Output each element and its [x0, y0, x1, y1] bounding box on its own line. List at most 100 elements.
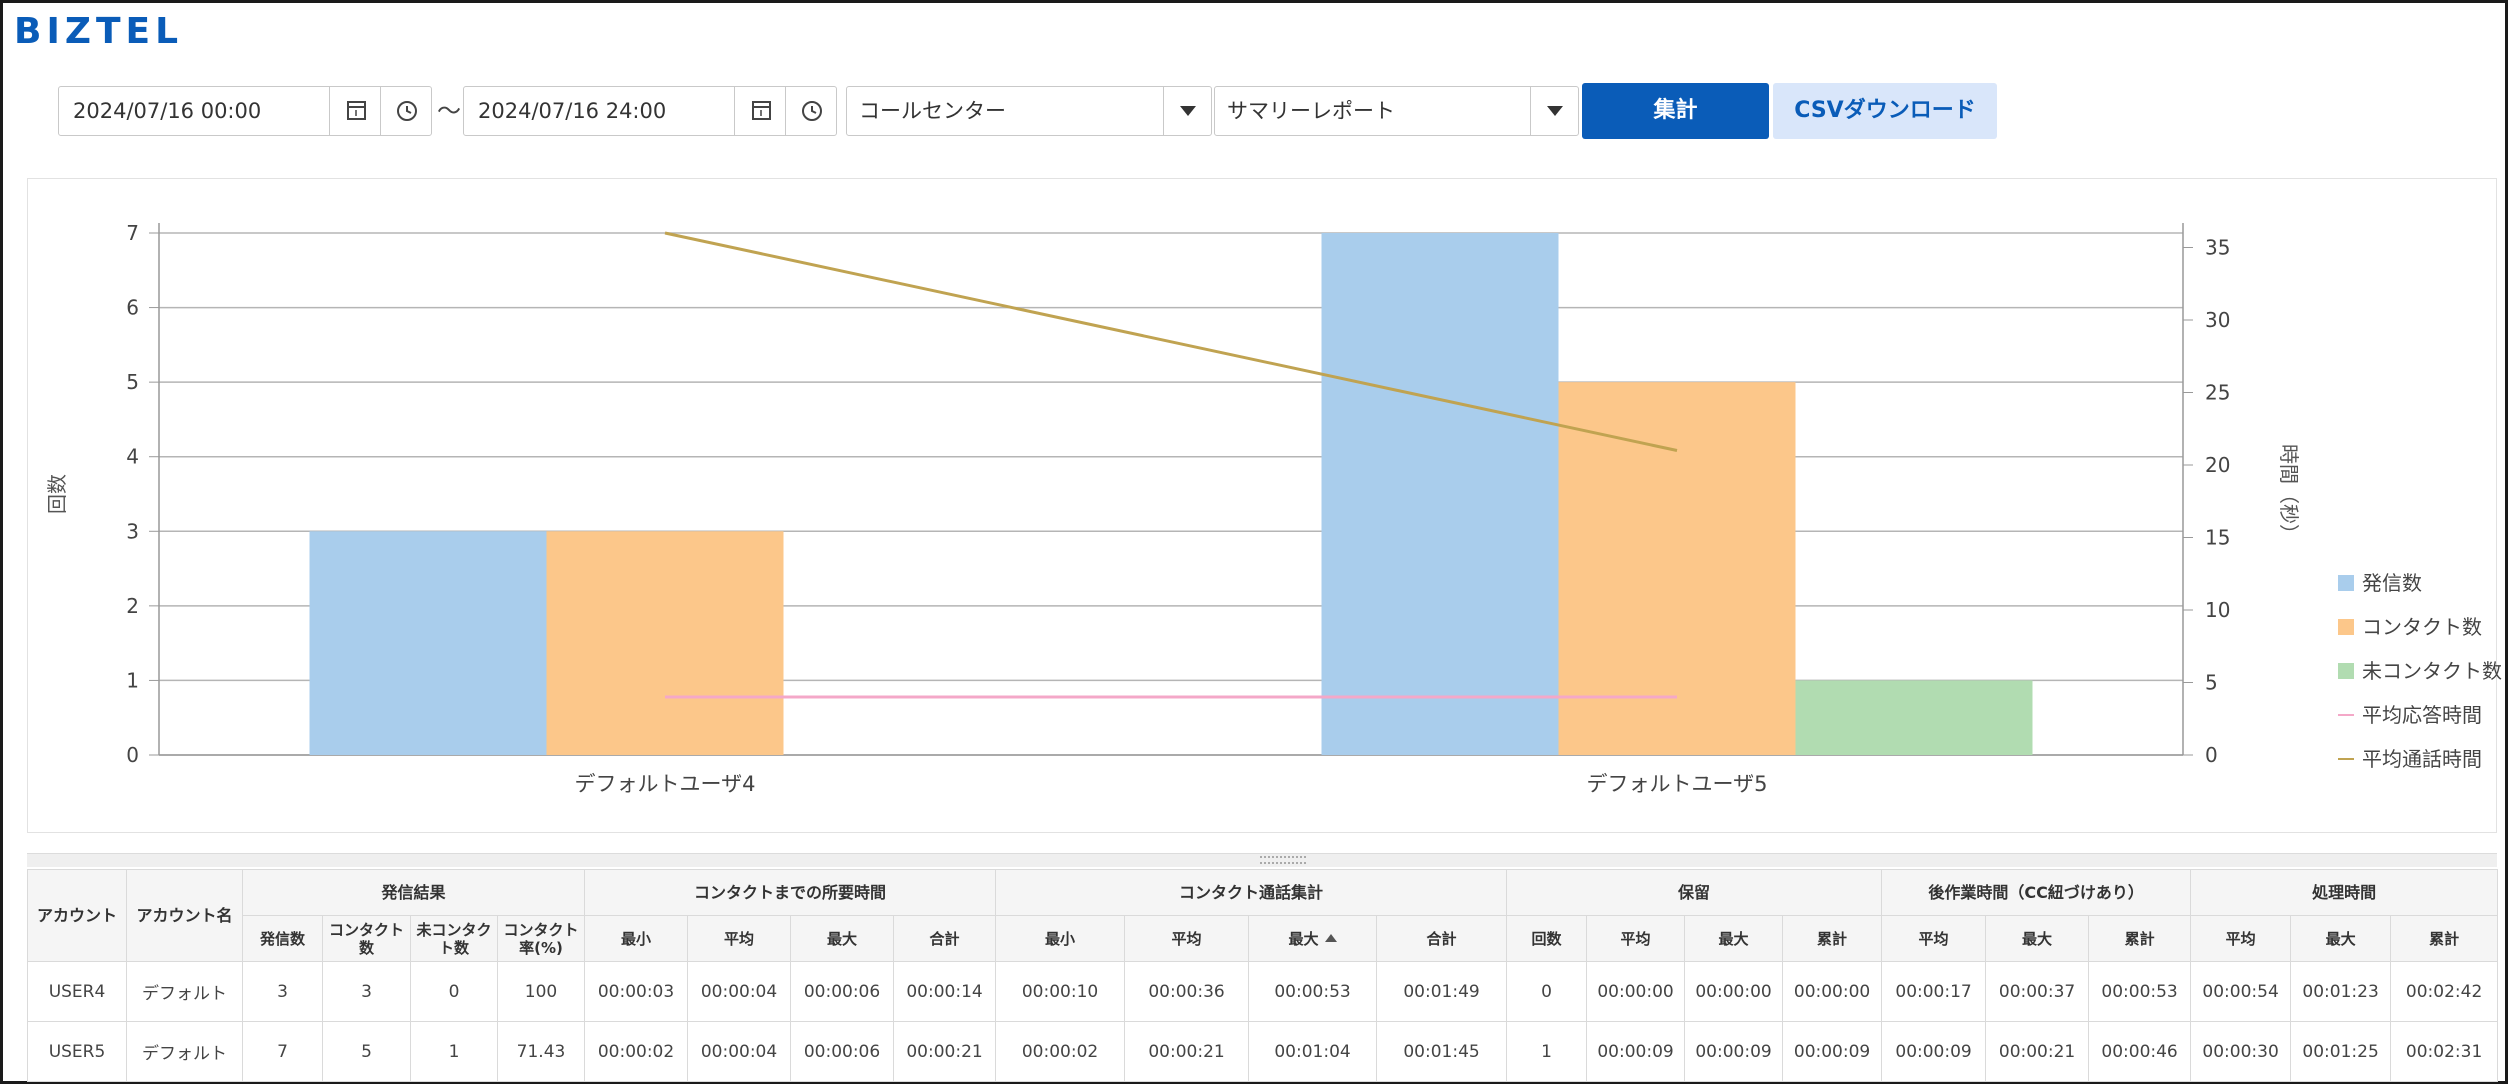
col-ttc-total[interactable]: 合計 — [893, 915, 997, 962]
col-ttc-min[interactable]: 最小 — [584, 915, 689, 962]
col-proc-avg[interactable]: 平均 — [2190, 915, 2292, 962]
y2-tick-label: 20 — [2205, 453, 2230, 477]
scope-select[interactable]: コールセンター — [846, 86, 1212, 136]
table-cell: 5 — [322, 1021, 411, 1082]
start-datetime-value: 2024/07/16 00:00 — [73, 99, 262, 123]
y-tick-label: 3 — [126, 519, 139, 543]
y-axis-title: 回数 — [45, 474, 69, 514]
y2-tick-label: 10 — [2205, 598, 2230, 622]
sort-asc-icon — [1324, 933, 1337, 942]
table-cell: 00:00:04 — [687, 961, 792, 1022]
col-hold-count[interactable]: 回数 — [1506, 915, 1588, 962]
x-category-label: デフォルトユーザ4 — [575, 772, 756, 796]
table-cell: 00:00:14 — [893, 961, 997, 1022]
resize-handle[interactable] — [27, 853, 2497, 867]
table-cell: 00:00:21 — [893, 1021, 997, 1082]
group-hold: 保留 — [1506, 869, 1883, 916]
table-cell: デフォルト — [126, 961, 243, 1022]
legend-label: コンタクト数 — [2362, 615, 2482, 639]
y2-axis-title: 時間（秒） — [2277, 444, 2301, 544]
legend-label: 未コンタクト数 — [2362, 659, 2502, 683]
start-datetime-field[interactable]: 2024/07/16 00:00 — [58, 86, 432, 136]
group-outgoing-result: 発信結果 — [241, 869, 586, 916]
y2-tick-label: 25 — [2205, 381, 2230, 405]
summary-chart: 0 1 2 3 4 5 6 7 0 5 10 15 20 25 30 35 デフォルトユーザ4 デフォルトユーザ5… — [45, 221, 2301, 796]
col-talk-max-label: 最大 — [1288, 929, 1319, 948]
table-cell: 00:00:02 — [995, 1021, 1126, 1082]
bar-1-1 — [309, 531, 547, 755]
report-type-select[interactable]: サマリーレポート — [1214, 86, 1579, 136]
col-talk-avg[interactable]: 平均 — [1124, 915, 1250, 962]
clock-icon[interactable] — [785, 87, 837, 135]
csv-download-button[interactable]: CSVダウンロード — [1773, 83, 1997, 139]
table-cell: 00:00:21 — [1124, 1021, 1250, 1082]
table-cell: 00:00:53 — [2088, 961, 2192, 1022]
col-hold-avg[interactable]: 平均 — [1586, 915, 1686, 962]
legend-item[interactable]: 平均通話時間 — [2338, 744, 2508, 774]
table-cell: 00:00:06 — [790, 1021, 895, 1082]
table-cell: 1 — [1506, 1021, 1588, 1082]
col-hold-max[interactable]: 最大 — [1684, 915, 1784, 962]
legend-label: 平均通話時間 — [2362, 747, 2482, 771]
table-body: USER4 デフォルト 3 3 0 100 00:00:03 00:00:04 00:00:06… — [27, 961, 2499, 1082]
col-contact-rate[interactable]: コンタクト率(%) — [496, 915, 586, 962]
x-category-label: デフォルトユーザ5 — [1587, 772, 1768, 796]
col-proc-max[interactable]: 最大 — [2290, 915, 2392, 962]
table-row[interactable]: USER5 デフォルト 7 5 1 71.43 00:00:02 00:00:04 00:00:… — [27, 1021, 2499, 1082]
legend-label: 平均応答時間 — [2362, 703, 2482, 727]
legend-item[interactable]: 発信数 — [2338, 568, 2508, 598]
clock-icon[interactable] — [380, 87, 432, 135]
legend-item[interactable]: コンタクト数 — [2338, 612, 2508, 642]
table-cell: USER4 — [27, 961, 127, 1022]
col-talk-min[interactable]: 最小 — [995, 915, 1126, 962]
col-ttc-avg[interactable]: 平均 — [687, 915, 792, 962]
col-hold-total[interactable]: 累計 — [1782, 915, 1883, 962]
calendar-icon[interactable] — [734, 87, 786, 135]
legend-swatch — [2338, 663, 2354, 679]
group-time-to-contact: コンタクトまでの所要時間 — [584, 869, 997, 916]
col-ttc-max[interactable]: 最大 — [790, 915, 895, 962]
y-tick-label: 0 — [126, 743, 139, 767]
col-no-contact-count[interactable]: 未コンタクト数 — [410, 915, 498, 962]
table-cell: 00:00:36 — [1124, 961, 1250, 1022]
col-proc-total[interactable]: 累計 — [2390, 915, 2499, 962]
col-after-total[interactable]: 累計 — [2088, 915, 2192, 962]
col-after-avg[interactable]: 平均 — [1881, 915, 1987, 962]
table-cell: 00:01:04 — [1248, 1021, 1378, 1082]
y2-tick-label: 15 — [2205, 526, 2230, 550]
col-account[interactable]: アカウント — [27, 869, 127, 962]
calendar-icon[interactable] — [329, 87, 381, 135]
biztel-logo: BIZTEL — [14, 11, 184, 52]
col-outgoing-count[interactable]: 発信数 — [242, 915, 323, 962]
table-cell: 00:00:06 — [790, 961, 895, 1022]
col-contact-count[interactable]: コンタクト数 — [322, 915, 411, 962]
legend-swatch — [2338, 619, 2354, 635]
bar-3-2 — [1795, 680, 2033, 755]
end-datetime-field[interactable]: 2024/07/16 24:00 — [463, 86, 837, 136]
table-cell: 00:00:54 — [2190, 961, 2292, 1022]
table-cell: 00:00:37 — [1985, 961, 2090, 1022]
table-cell: USER5 — [27, 1021, 127, 1082]
bar-1-2 — [1321, 233, 1559, 755]
y-tick-label: 4 — [126, 445, 139, 469]
aggregate-button[interactable]: 集計 — [1582, 83, 1769, 139]
col-after-max[interactable]: 最大 — [1985, 915, 2090, 962]
table-cell: 00:00:09 — [1782, 1021, 1883, 1082]
table-cell: 1 — [410, 1021, 498, 1082]
legend-item[interactable]: 平均応答時間 — [2338, 700, 2508, 730]
table-cell: 00:01:45 — [1376, 1021, 1508, 1082]
caret-down-icon[interactable] — [1530, 87, 1578, 135]
table-cell: 00:02:42 — [2390, 961, 2499, 1022]
table-cell: 00:00:46 — [2088, 1021, 2192, 1082]
col-account-name[interactable]: アカウント名 — [126, 869, 243, 962]
legend-swatch — [2338, 758, 2354, 760]
table-row[interactable]: USER4 デフォルト 3 3 0 100 00:00:03 00:00:04 00:00:06… — [27, 961, 2499, 1022]
bar-2-1 — [546, 531, 784, 755]
bar-2-2 — [1558, 382, 1796, 755]
col-talk-total[interactable]: 合計 — [1376, 915, 1508, 962]
y2-tick-label: 5 — [2205, 671, 2218, 695]
col-talk-max[interactable]: 最大 — [1248, 915, 1378, 962]
table-cell: 00:00:00 — [1782, 961, 1883, 1022]
caret-down-icon[interactable] — [1163, 87, 1211, 135]
legend-item[interactable]: 未コンタクト数 — [2338, 656, 2508, 686]
